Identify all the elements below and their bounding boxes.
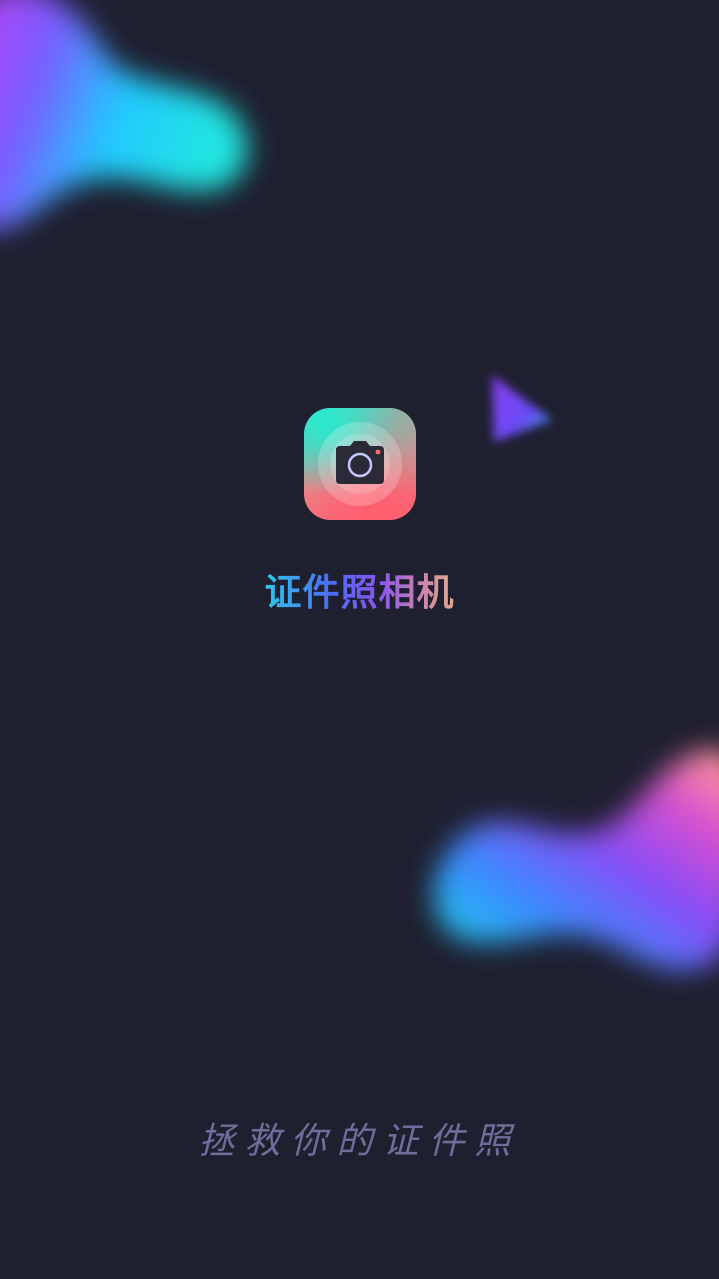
splash-screen: 证件照相机 拯救你的证件照	[0, 0, 719, 1279]
decorative-triangle	[492, 375, 552, 442]
camera-icon	[336, 441, 384, 484]
slogan-text: 拯救你的证件照	[198, 1121, 521, 1162]
app-title-text: 证件照相机	[264, 571, 455, 614]
decorative-blob-top	[0, 0, 248, 230]
app-title: 证件照相机	[0, 568, 719, 618]
decorative-blob-bottom	[433, 749, 719, 971]
app-icon	[304, 408, 416, 520]
